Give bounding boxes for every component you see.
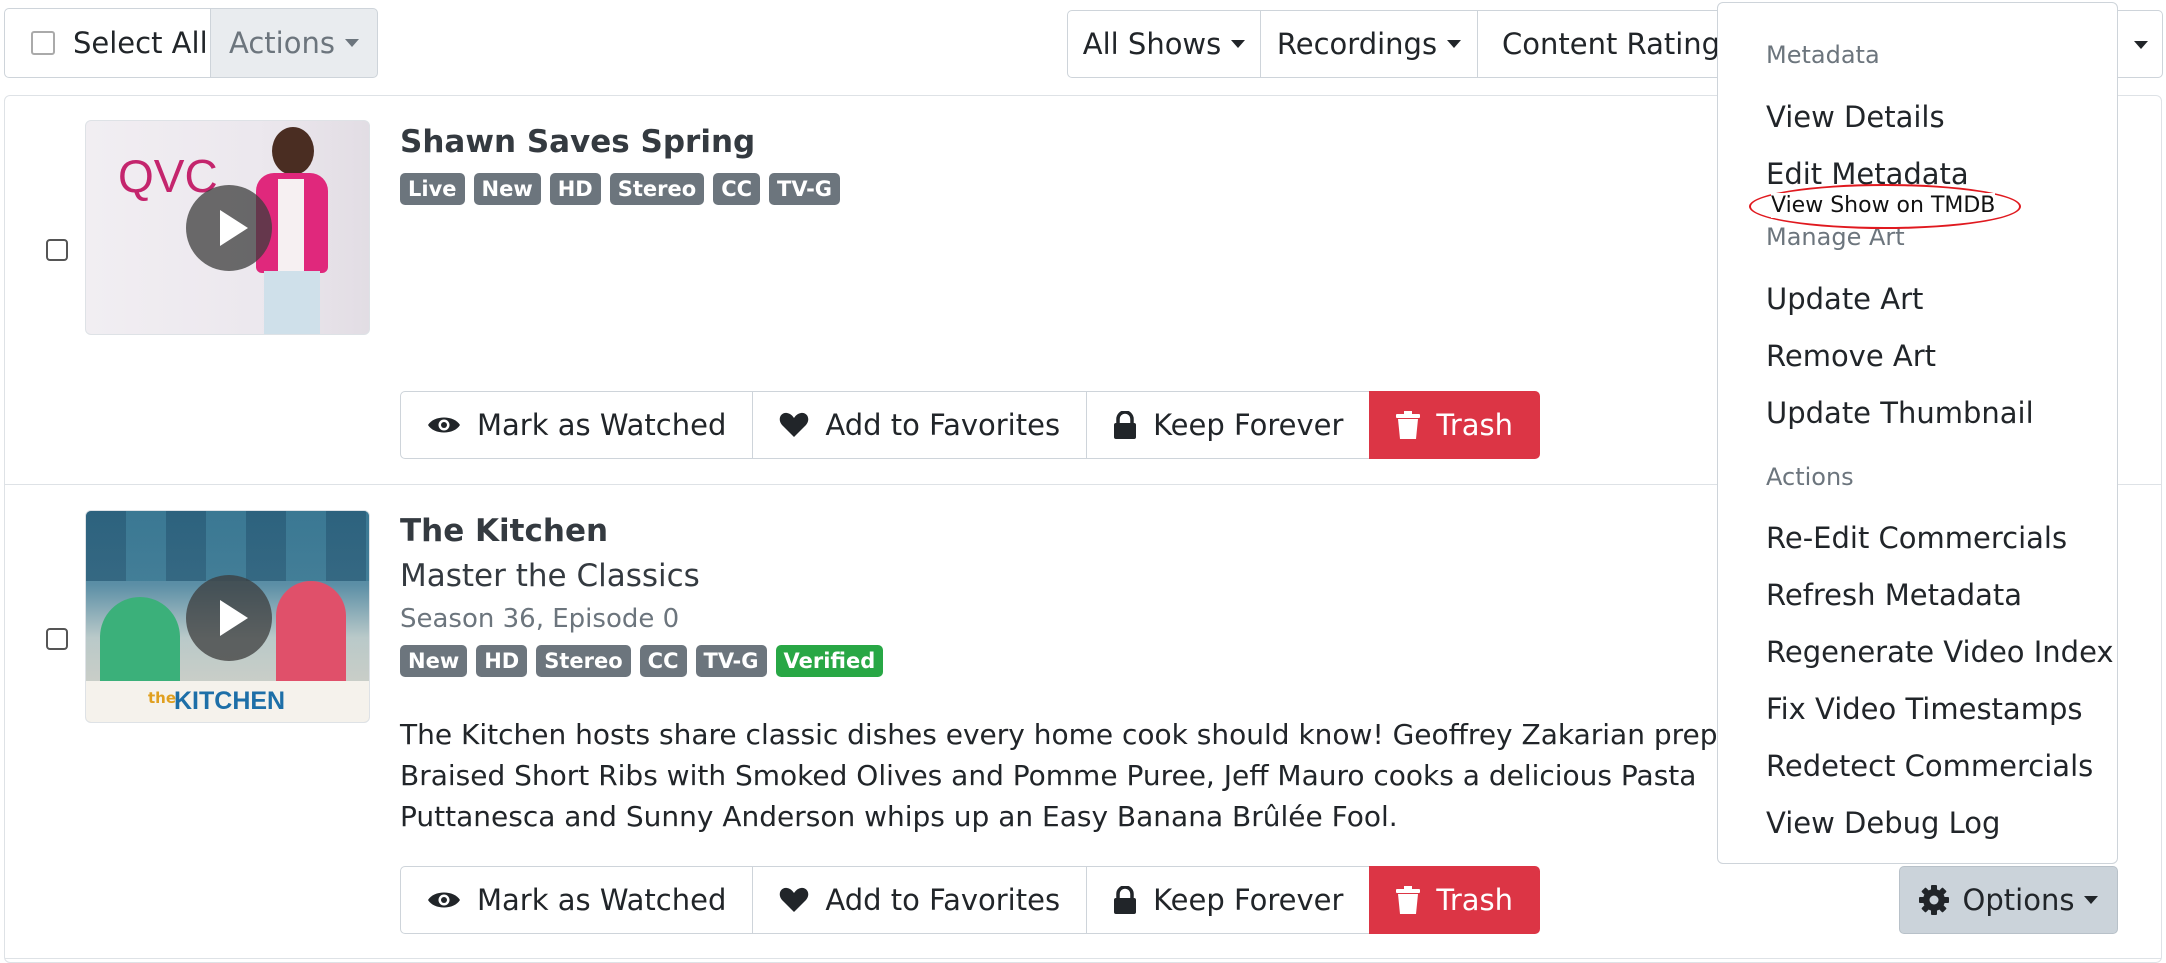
host-figure [276,581,346,691]
menu-item-re-edit-commercials[interactable]: Re-Edit Commercials [1766,521,2067,555]
badge: HD [549,173,601,205]
menu-item-regenerate-video-index[interactable]: Regenerate Video Index [1766,635,2114,669]
select-all-button[interactable]: Select All [4,8,211,78]
item-description: The Kitchen hosts share classic dishes e… [400,714,1777,837]
trash-button[interactable]: Trash [1369,866,1541,934]
kitchen-shelves [86,511,369,581]
select-all-checkbox[interactable] [31,31,55,55]
trash-label: Trash [1436,883,1514,917]
eye-icon [428,892,460,908]
menu-item-update-art[interactable]: Update Art [1766,282,1923,316]
lock-icon [1114,886,1137,914]
heart-icon [780,412,809,437]
kitchen-logo: KITCHEN [174,687,286,715]
options-dropdown-menu: Metadata View Details Edit Metadata Mana… [1717,2,2118,864]
badge: CC [713,173,761,205]
badge-list: New HD Stereo CC TV-G Verified [400,645,884,677]
keep-forever-button[interactable]: Keep Forever [1086,391,1371,459]
play-icon[interactable] [186,185,272,271]
badge: CC [639,645,687,677]
item-title: The Kitchen [400,513,609,549]
description-line: Braised Short Ribs with Smoked Olives an… [400,759,1697,792]
description-line: Puttanesca and Sunny Anderson whips up a… [400,800,1398,833]
keep-forever-label: Keep Forever [1153,883,1344,917]
menu-header-metadata: Metadata [1766,41,1880,69]
heart-icon [780,887,809,912]
chevron-down-icon [2134,41,2148,49]
row-divider [5,958,2161,959]
verified-badge: Verified [775,645,884,677]
chevron-down-icon [1447,40,1462,48]
badge: Stereo [536,645,631,677]
options-label: Options [1962,883,2075,917]
thumbnail[interactable]: the KITCHEN [85,510,370,723]
menu-item-remove-art[interactable]: Remove Art [1766,339,1936,373]
chevron-down-icon [1231,40,1246,48]
add-favorites-label: Add to Favorites [825,408,1061,442]
badge: New [473,173,541,205]
kitchen-logo-small: the [148,689,177,707]
recordings-dropdown[interactable]: Recordings [1260,10,1478,78]
gear-icon [1918,885,1949,915]
item-checkbox[interactable] [46,239,68,261]
add-favorites-button[interactable]: Add to Favorites [752,391,1088,459]
options-button[interactable]: Options [1899,866,2118,934]
add-favorites-label: Add to Favorites [825,883,1061,917]
badge: TV-G [695,645,767,677]
chevron-down-icon [2084,896,2099,904]
menu-item-view-debug-log[interactable]: View Debug Log [1766,806,2000,840]
badge: TV-G [769,173,841,205]
badge: Live [400,173,465,205]
select-all-label: Select All [73,26,208,60]
mark-watched-button[interactable]: Mark as Watched [400,391,754,459]
menu-item-update-thumbnail[interactable]: Update Thumbnail [1766,396,2034,430]
menu-item-fix-video-timestamps[interactable]: Fix Video Timestamps [1766,692,2082,726]
menu-header-actions: Actions [1766,463,1854,491]
item-action-group: Mark as Watched Add to Favorites Keep Fo… [400,391,1541,459]
menu-item-refresh-metadata[interactable]: Refresh Metadata [1766,578,2022,612]
menu-item-view-tmdb[interactable]: View Show on TMDB [1771,193,1996,218]
mark-watched-button[interactable]: Mark as Watched [400,866,754,934]
thumbnail[interactable]: QVC [85,120,370,335]
description-line: The Kitchen hosts share classic dishes e… [400,718,1778,751]
add-favorites-button[interactable]: Add to Favorites [752,866,1088,934]
badge: New [400,645,468,677]
badge: Stereo [609,173,705,205]
keep-forever-label: Keep Forever [1153,408,1344,442]
eye-icon [428,417,460,433]
mark-watched-label: Mark as Watched [477,408,727,442]
content-rating-label: Content Rating [1502,27,1721,61]
trash-button[interactable]: Trash [1369,391,1541,459]
item-checkbox[interactable] [46,628,68,650]
play-icon[interactable] [186,575,272,661]
trash-icon [1396,411,1421,439]
all-shows-dropdown[interactable]: All Shows [1067,10,1261,78]
badge: HD [476,645,528,677]
menu-item-view-details[interactable]: View Details [1766,100,1945,134]
mark-watched-label: Mark as Watched [477,883,727,917]
recordings-label: Recordings [1276,27,1438,61]
item-title: Shawn Saves Spring [400,124,756,160]
menu-item-redetect-commercials[interactable]: Redetect Commercials [1766,749,2093,783]
keep-forever-button[interactable]: Keep Forever [1086,866,1371,934]
all-shows-label: All Shows [1082,27,1222,61]
trash-icon [1396,886,1421,914]
trash-label: Trash [1436,408,1514,442]
badge-list: Live New HD Stereo CC TV-G [400,173,841,205]
episode-title: Master the Classics [400,558,700,594]
chevron-down-icon [344,39,359,47]
actions-dropdown[interactable]: Actions [210,8,378,78]
lock-icon [1114,411,1137,439]
item-action-group: Mark as Watched Add to Favorites Keep Fo… [400,866,1541,934]
season-episode: Season 36, Episode 0 [400,604,680,634]
actions-label: Actions [229,26,335,60]
